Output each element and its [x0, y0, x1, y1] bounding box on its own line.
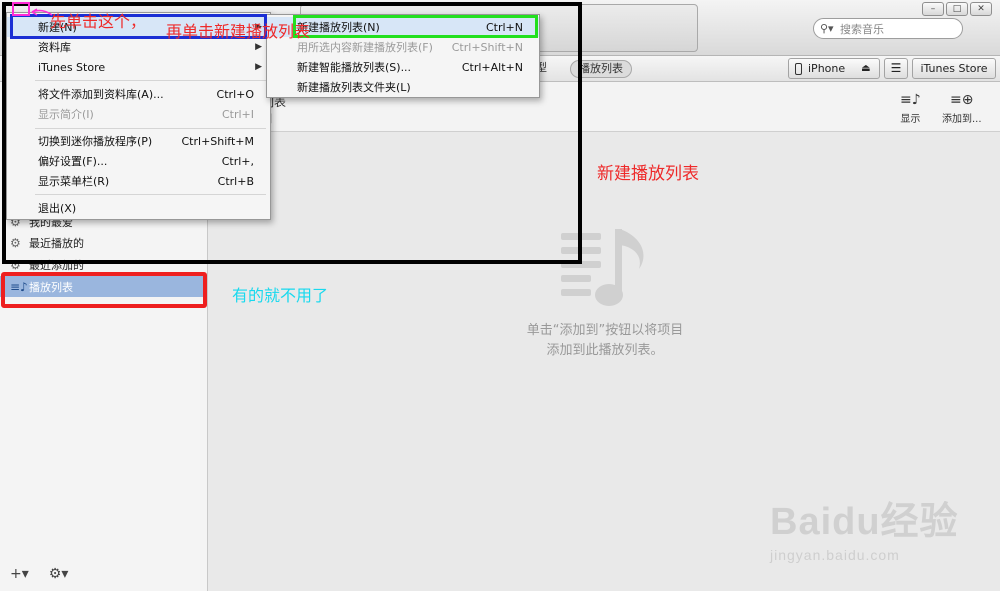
- search-input[interactable]: ⚲▾ 搜索音乐: [813, 18, 963, 39]
- empty-state-message: 单击“添加到”按钮以将项目 添加到此播放列表。: [500, 321, 710, 361]
- list-icon: ☰: [890, 61, 902, 75]
- playlist-show-icon: ≡♪: [900, 92, 921, 108]
- empty-line-1: 单击“添加到”按钮以将项目: [526, 323, 684, 338]
- show-label: 显示: [900, 114, 921, 125]
- add-to-icon: ≡⊕: [950, 92, 974, 108]
- search-icon: ⚲▾: [820, 21, 834, 35]
- empty-line-2: 添加到此播放列表。: [546, 343, 664, 358]
- watermark-url: jingyan.baidu.com: [770, 547, 900, 563]
- iphone-device-button[interactable]: iPhone ⏏: [788, 58, 880, 79]
- settings-gear-icon[interactable]: ⚙▾: [49, 566, 69, 582]
- annotation-step1: 先单击这个，: [50, 12, 147, 31]
- annotation-box-playlist: [1, 272, 207, 308]
- search-placeholder: 搜索音乐: [840, 22, 884, 36]
- add-playlist-icon[interactable]: +▾: [10, 566, 29, 582]
- window-controls: – □ ✕: [922, 2, 992, 16]
- annotation-step2: 再单击新建播放列表: [166, 22, 311, 41]
- show-button[interactable]: ≡♪ 显示: [900, 92, 921, 125]
- iphone-label: iPhone: [808, 62, 846, 75]
- menu-list-button[interactable]: ☰: [884, 58, 908, 79]
- annotation-result: 新建播放列表: [597, 164, 699, 184]
- iphone-icon: [795, 62, 802, 75]
- annotation-note: 有的就不用了: [232, 286, 329, 305]
- add-to-button[interactable]: ≡⊕ 添加到...: [942, 92, 982, 125]
- itunes-store-button[interactable]: iTunes Store: [912, 58, 996, 79]
- watermark-logo: Baidu经验: [770, 501, 959, 543]
- add-to-label: 添加到...: [942, 114, 982, 125]
- sidebar-footer: +▾ ⚙▾: [10, 566, 68, 582]
- minimize-button[interactable]: –: [922, 2, 944, 16]
- baidu-watermark: Baidu经验 jingyan.baidu.com: [770, 490, 959, 563]
- eject-icon[interactable]: ⏏: [861, 59, 870, 78]
- close-button[interactable]: ✕: [970, 2, 992, 16]
- annotation-box-app-menu: [12, 2, 30, 16]
- maximize-button[interactable]: □: [946, 2, 968, 16]
- annotation-box-new-playlist: [293, 15, 538, 38]
